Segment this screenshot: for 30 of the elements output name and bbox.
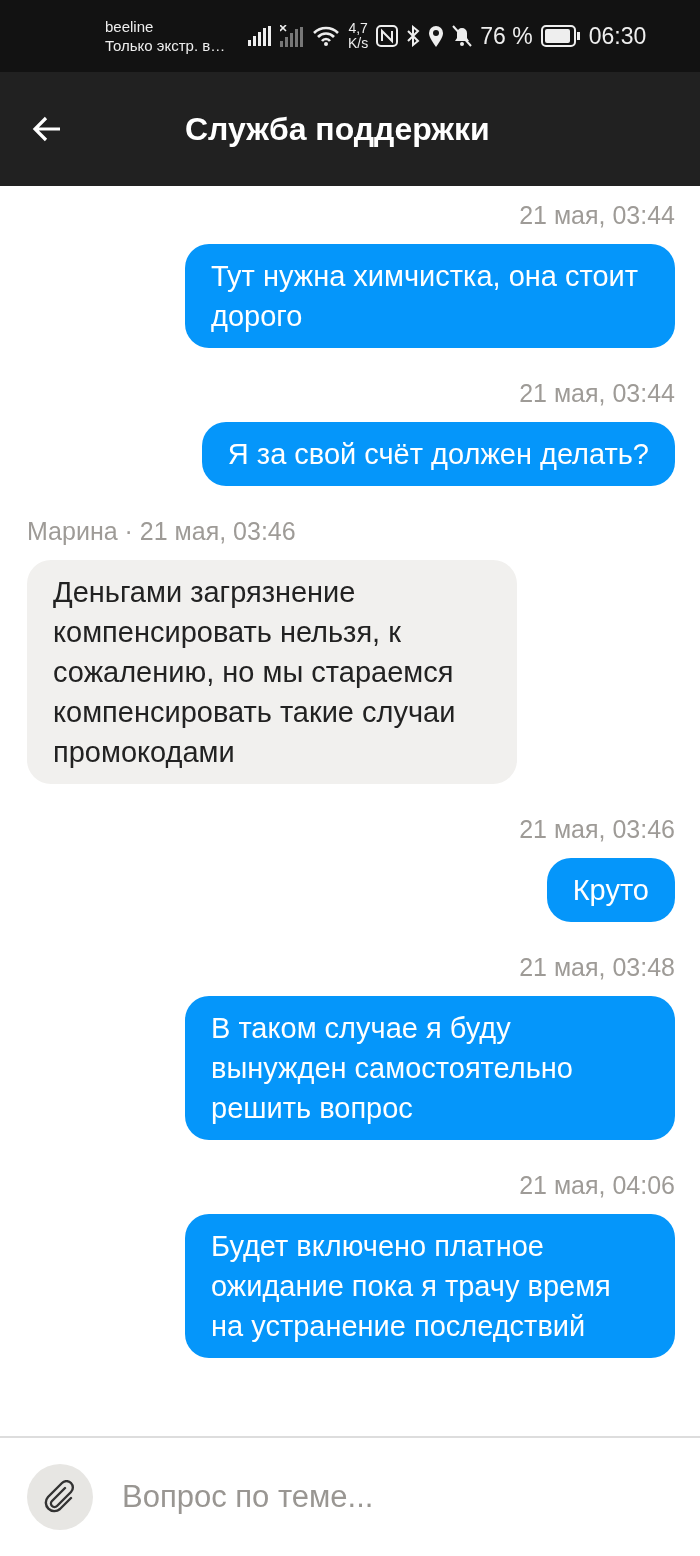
- back-arrow-icon: [32, 116, 62, 142]
- battery-percent: 76 %: [480, 22, 533, 50]
- message-meta: 21 мая, 03:48: [519, 952, 675, 982]
- signal-icon: [248, 26, 272, 46]
- sent-message: Тут нужна химчистка, она стоит дорого: [185, 244, 675, 348]
- sent-message: Будет включено платное ожидание пока я трачу время на устранение последствий: [185, 1214, 675, 1358]
- wifi-icon: [312, 26, 340, 46]
- screen-title: Служба поддержки: [185, 110, 490, 148]
- speed-unit: K/s: [348, 36, 369, 51]
- speed-value: 4,7: [348, 21, 368, 36]
- sent-message: Круто: [546, 858, 675, 922]
- received-message: Деньгами загрязнение компенсировать нельзя, к сожалению, но мы стараемся компенсировать такие случаи промокодами: [27, 560, 517, 784]
- message-meta: 21 мая, 03:44: [519, 378, 675, 408]
- bluetooth-icon: [406, 25, 421, 47]
- sent-message: В таком случае я буду вынужден самостоятельно решить вопрос: [185, 996, 675, 1140]
- paperclip-icon: [43, 1480, 77, 1514]
- clock: 06:30: [588, 22, 647, 50]
- no-signal-icon: [280, 25, 304, 47]
- location-icon: [428, 25, 445, 47]
- sent-message: Я за свой счёт должен делать?: [201, 422, 675, 486]
- message-meta: 21 мая, 03:46: [519, 814, 675, 844]
- muted-bell-icon: [452, 25, 473, 47]
- battery-icon: [540, 25, 581, 47]
- message-meta: 21 мая, 04:06: [519, 1170, 675, 1200]
- nfc-icon: [376, 25, 399, 47]
- message-input[interactable]: Вопрос по теме...: [120, 1478, 644, 1516]
- message-meta: Марина · 21 мая, 03:46: [27, 516, 296, 546]
- message-meta: 21 мая, 03:44: [519, 200, 675, 230]
- carrier-name: beeline: [105, 17, 155, 36]
- carrier-status: Только экстр. в…: [105, 36, 227, 55]
